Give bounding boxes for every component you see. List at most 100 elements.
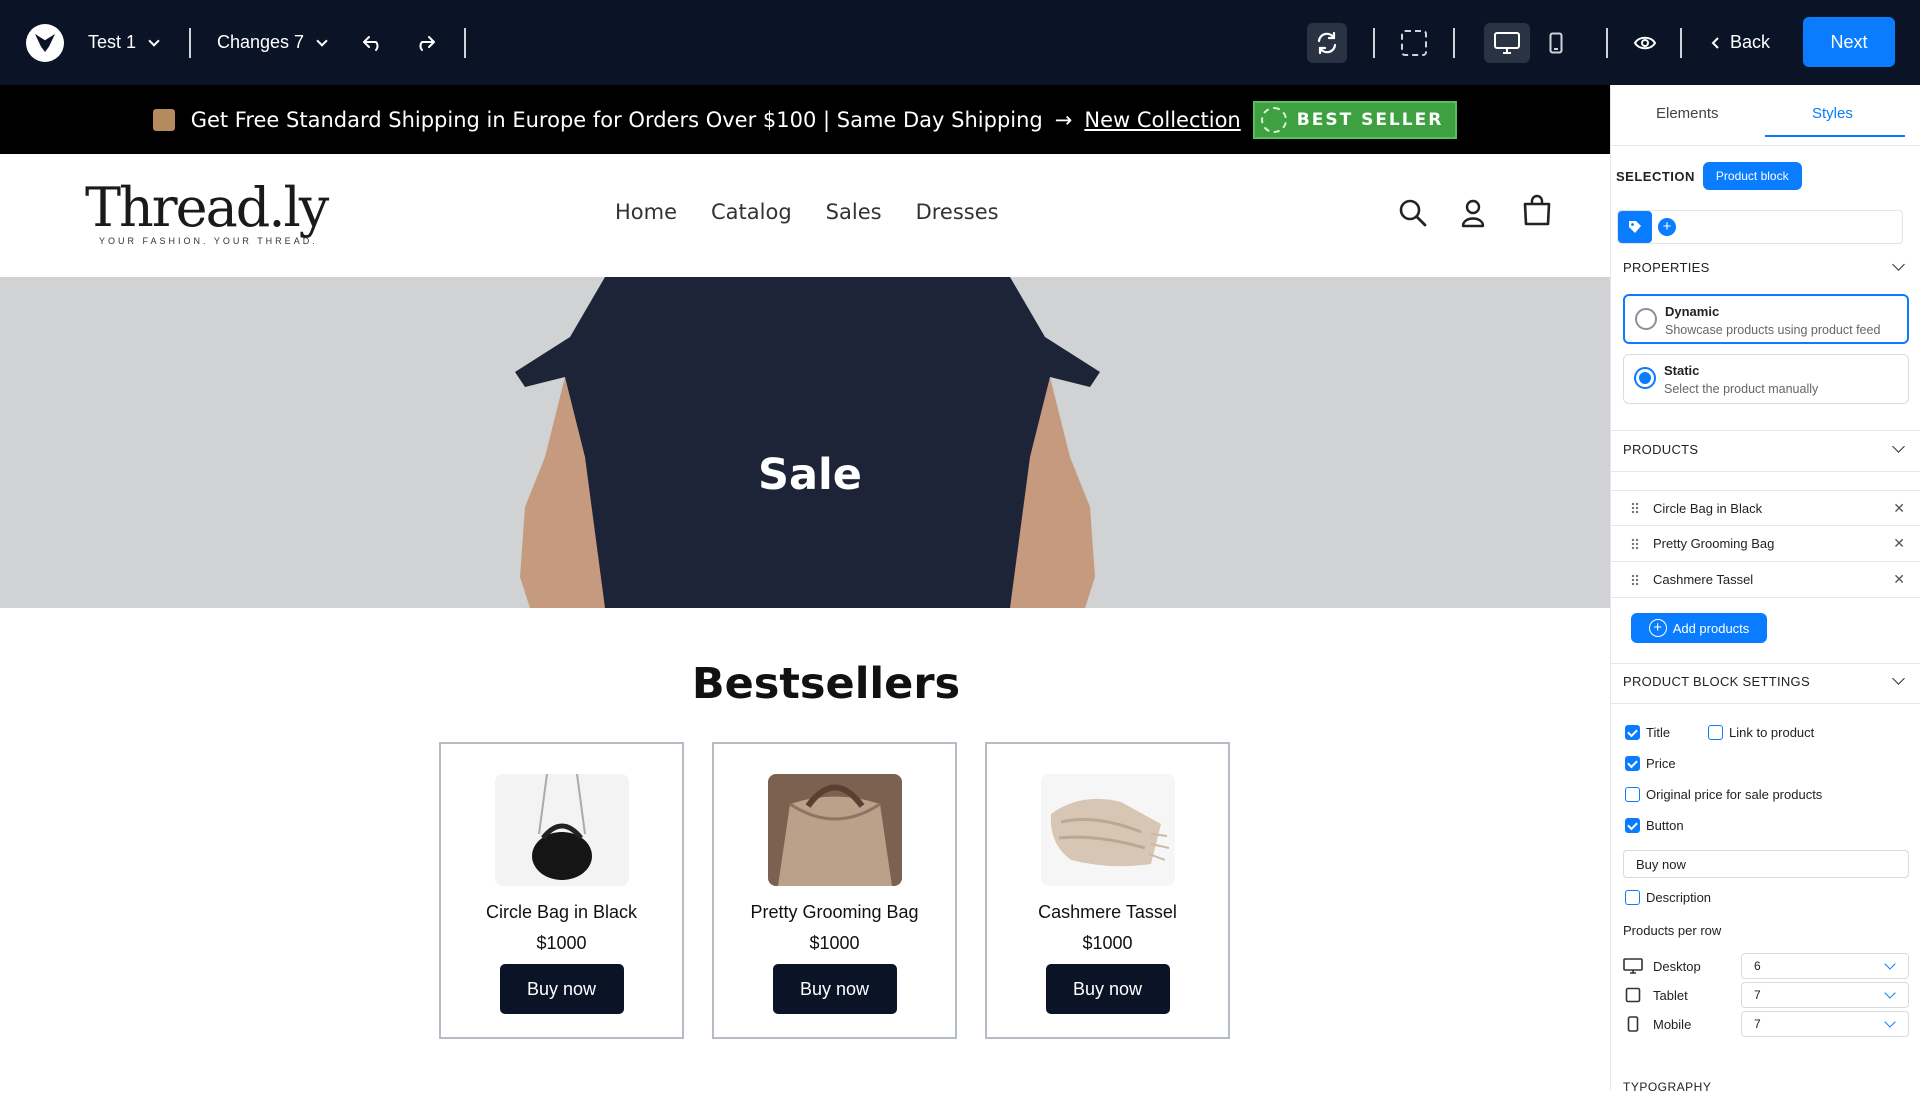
buy-now-button[interactable]: Buy now: [772, 964, 897, 1014]
divider: [1611, 471, 1920, 472]
redo-icon[interactable]: [412, 0, 438, 85]
preview-eye-icon[interactable]: [1630, 0, 1660, 85]
undo-icon[interactable]: [360, 0, 386, 85]
desktop-select[interactable]: 6: [1741, 953, 1909, 979]
add-products-label: Add products: [1672, 620, 1750, 636]
chevron-down-icon: [1884, 958, 1896, 970]
product-card[interactable]: Circle Bag in Black $1000 Buy now: [439, 742, 684, 1039]
checkbox-unchecked[interactable]: [1708, 725, 1723, 740]
description-checkbox[interactable]: Description: [1625, 890, 1711, 905]
button-text-input[interactable]: Buy now: [1623, 850, 1909, 878]
checkbox-label: Original price for sale products: [1646, 787, 1823, 802]
product-list-item[interactable]: Circle Bag in Black ✕: [1611, 490, 1920, 526]
project-name: Test 1: [88, 32, 137, 52]
checkbox-unchecked[interactable]: [1625, 890, 1640, 905]
product-price: $1000: [809, 933, 860, 953]
title-checkbox[interactable]: Title: [1625, 725, 1670, 740]
checkbox-label: Title: [1646, 725, 1671, 740]
changes-dropdown[interactable]: Changes 7: [217, 0, 328, 85]
nav-item-sales[interactable]: Sales: [826, 200, 882, 224]
search-icon[interactable]: [1398, 198, 1428, 233]
product-list-item[interactable]: Pretty Grooming Bag ✕: [1611, 526, 1920, 562]
block-settings-title: PRODUCT BLOCK SETTINGS: [1623, 674, 1810, 689]
drag-handle-icon[interactable]: [1631, 573, 1639, 586]
option-title: Static: [1664, 363, 1700, 378]
project-dropdown[interactable]: Test 1: [88, 0, 160, 85]
add-tag-icon[interactable]: +: [1658, 218, 1676, 236]
next-button[interactable]: Next: [1803, 17, 1895, 67]
products-header[interactable]: PRODUCTS: [1623, 440, 1909, 457]
divider: [1611, 703, 1920, 704]
toolbar-divider: [1680, 28, 1682, 58]
new-collection-link[interactable]: New Collection: [1084, 108, 1240, 132]
product-card[interactable]: Pretty Grooming Bag $1000 Buy now: [712, 742, 957, 1039]
mobile-view-button[interactable]: [1536, 0, 1576, 85]
tag-icon[interactable]: [1618, 211, 1652, 243]
product-grid: Circle Bag in Black $1000 Buy now Pretty…: [439, 742, 1230, 1039]
remove-icon[interactable]: ✕: [1893, 571, 1905, 588]
device-label: Desktop: [1653, 958, 1701, 974]
nav-item-home[interactable]: Home: [615, 200, 677, 224]
add-products-button[interactable]: + Add products: [1631, 613, 1767, 643]
static-option[interactable]: Static Select the product manually: [1623, 354, 1909, 404]
sync-button[interactable]: [1307, 0, 1347, 85]
black-bag-image: [494, 774, 629, 886]
option-description: Showcase products using product feed: [1665, 323, 1881, 337]
tablet-select[interactable]: 7: [1741, 982, 1909, 1008]
desktop-icon: [1484, 22, 1530, 63]
divider: [1611, 145, 1920, 146]
mobile-icon: [1623, 1016, 1643, 1032]
sale-hero-banner[interactable]: Sale: [0, 277, 1610, 608]
original-price-checkbox[interactable]: Original price for sale products: [1625, 787, 1822, 802]
nav-item-dresses[interactable]: Dresses: [916, 200, 999, 224]
typography-header[interactable]: TYPOGRAPHY: [1623, 1080, 1711, 1094]
chevron-down-icon: [1892, 672, 1905, 685]
buy-now-button[interactable]: Buy now: [1045, 964, 1170, 1014]
tab-elements[interactable]: Elements: [1656, 105, 1719, 122]
radio-button[interactable]: [1635, 308, 1657, 330]
link-checkbox[interactable]: Link to product: [1708, 725, 1814, 740]
tab-styles[interactable]: Styles: [1812, 105, 1853, 122]
divider: [1611, 430, 1920, 431]
device-label: Tablet: [1653, 987, 1688, 1003]
chevron-down-icon: [1892, 258, 1905, 271]
account-icon[interactable]: [1460, 198, 1486, 233]
buy-now-button[interactable]: Buy now: [499, 964, 624, 1014]
properties-header[interactable]: PROPERTIES: [1623, 258, 1909, 275]
desktop-view-button[interactable]: [1484, 0, 1530, 85]
block-settings-header[interactable]: PRODUCT BLOCK SETTINGS: [1623, 672, 1909, 689]
brand-logo[interactable]: Thread.ly YOUR FASHION. YOUR THREAD.: [85, 180, 329, 247]
drag-handle-icon[interactable]: [1631, 537, 1639, 550]
seal-icon: [1260, 106, 1287, 133]
checkbox-label: Link to product: [1729, 725, 1815, 740]
changes-label: Changes 7: [217, 32, 305, 52]
product-list-item[interactable]: Cashmere Tassel ✕: [1611, 562, 1920, 598]
checkbox-checked[interactable]: [1625, 756, 1640, 771]
selection-tool-button[interactable]: [1394, 0, 1434, 85]
product-card[interactable]: Cashmere Tassel $1000 Buy now: [985, 742, 1230, 1039]
editor-toolbar: Test 1 Changes 7 Back Next: [0, 0, 1920, 85]
shopping-bag-icon[interactable]: [1522, 194, 1552, 231]
nav-item-catalog[interactable]: Catalog: [711, 200, 792, 224]
checkbox-checked[interactable]: [1625, 818, 1640, 833]
selection-row: SELECTION Product block: [1616, 162, 1802, 190]
dynamic-option[interactable]: Dynamic Showcase products using product …: [1623, 294, 1909, 344]
bestsellers-title: Bestsellers: [691, 659, 961, 709]
tshirt-image: [515, 277, 1100, 608]
option-title: Dynamic: [1665, 304, 1720, 319]
checkbox-checked[interactable]: [1625, 725, 1640, 740]
button-checkbox[interactable]: Button: [1625, 818, 1684, 833]
remove-icon[interactable]: ✕: [1893, 535, 1905, 552]
mobile-select[interactable]: 7: [1741, 1011, 1909, 1037]
brand-tagline: YOUR FASHION. YOUR THREAD.: [99, 236, 318, 246]
back-button[interactable]: Back: [1710, 0, 1770, 85]
price-checkbox[interactable]: Price: [1625, 756, 1676, 771]
dashed-select-icon: [1394, 23, 1434, 63]
drag-handle-icon[interactable]: [1631, 502, 1639, 514]
app-logo-icon[interactable]: [26, 24, 64, 62]
radio-button[interactable]: [1634, 367, 1656, 389]
checkbox-unchecked[interactable]: [1625, 787, 1640, 802]
arrow-right-icon: →: [1054, 107, 1073, 132]
remove-icon[interactable]: ✕: [1893, 500, 1905, 517]
selection-pill[interactable]: Product block: [1702, 162, 1802, 190]
